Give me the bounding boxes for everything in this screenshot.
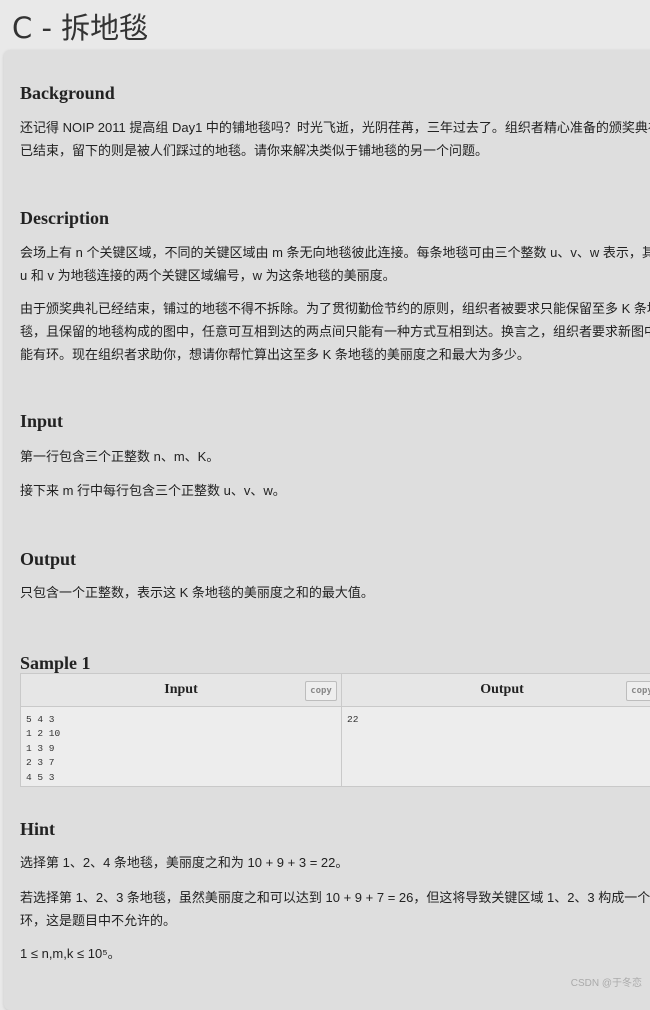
input-paragraph-2: 接下来 m 行中每行包含三个正整数 u、v、w。 (20, 483, 286, 498)
hint-paragraph-3: 1 ≤ n,m,k ≤ 10⁵。 (20, 946, 121, 961)
description-p2-line-2: 毯，且保留的地毯构成的图中，任意可互相到达的两点间只能有一种方式互相到达。换言之… (20, 324, 650, 339)
hint-heading: Hint (20, 819, 56, 839)
background-text: 还记得 NOIP 2011 提高组 Day1 中的铺地毯吗？时光飞逝，光阴荏苒，… (20, 116, 650, 162)
hint-paragraph-1: 选择第 1、2、4 条地毯，美丽度之和为 10 + 9 + 3 = 22。 (20, 855, 349, 870)
sample-input-text: 5 4 3 1 2 10 1 3 9 2 3 7 4 5 3 (26, 714, 61, 783)
description-paragraph-2: 由于颁奖典礼已经结束，铺过的地毯不得不拆除。为了贯彻勤俭节约的原则，组织者被要求… (20, 297, 650, 366)
hint-p2-line-2: 环，这是题目中不允许的。 (20, 913, 177, 928)
description-heading: Description (20, 208, 109, 228)
copy-input-button[interactable]: copy (305, 681, 337, 701)
hint-paragraph-2: 若选择第 1、2、3 条地毯，虽然美丽度之和可以达到 10 + 9 + 7 = … (20, 886, 650, 932)
description-p2-line-3: 能有环。现在组织者求助你，想请你帮忙算出这至多 K 条地毯的美丽度之和最大为多少… (20, 347, 530, 362)
sample-input-label: Input (164, 682, 198, 697)
background-line-2: 已结束，留下的则是被人们踩过的地毯。请你来解决类似于铺地毯的另一个问题。 (20, 143, 489, 158)
output-paragraph: 只包含一个正整数，表示这 K 条地毯的美丽度之和的最大值。 (20, 585, 374, 600)
background-heading: Background (20, 83, 115, 103)
description-p2-line-1: 由于颁奖典礼已经结束，铺过的地毯不得不拆除。为了贯彻勤俭节约的原则，组织者被要求… (20, 301, 650, 316)
sample-heading: Sample 1 (20, 653, 91, 673)
sample-output-header: Output copy (342, 674, 650, 707)
sample-table: Input copy 5 4 3 1 2 10 1 3 9 2 3 7 4 5 … (20, 673, 650, 787)
background-line-1: 还记得 NOIP 2011 提高组 Day1 中的铺地毯吗？时光飞逝，光阴荏苒，… (20, 120, 650, 135)
watermark: CSDN @于冬恋 (570, 978, 642, 989)
input-heading: Input (20, 411, 64, 431)
sample-output-label: Output (480, 682, 524, 697)
hint-p2-line-1: 若选择第 1、2、3 条地毯，虽然美丽度之和可以达到 10 + 9 + 7 = … (20, 890, 650, 905)
sample-output-text: 22 (347, 714, 359, 725)
page-title: C - 拆地毯 (12, 11, 149, 45)
description-paragraph-1: 会场上有 n 个关键区域，不同的关键区域由 m 条无向地毯彼此连接。每条地毯可由… (20, 241, 650, 287)
sample-input-header: Input copy (21, 674, 341, 707)
description-p1-line-2: u 和 v 为地毯连接的两个关键区域编号，w 为这条地毯的美丽度。 (20, 268, 396, 283)
input-paragraph-1: 第一行包含三个正整数 n、m、K。 (20, 449, 220, 464)
copy-output-button[interactable]: copy (626, 681, 650, 701)
sample-input-column: Input copy 5 4 3 1 2 10 1 3 9 2 3 7 4 5 … (21, 674, 342, 786)
output-heading: Output (20, 549, 77, 569)
sample-output-column: Output copy 22 (342, 674, 650, 786)
description-p1-line-1: 会场上有 n 个关键区域，不同的关键区域由 m 条无向地毯彼此连接。每条地毯可由… (20, 245, 650, 260)
